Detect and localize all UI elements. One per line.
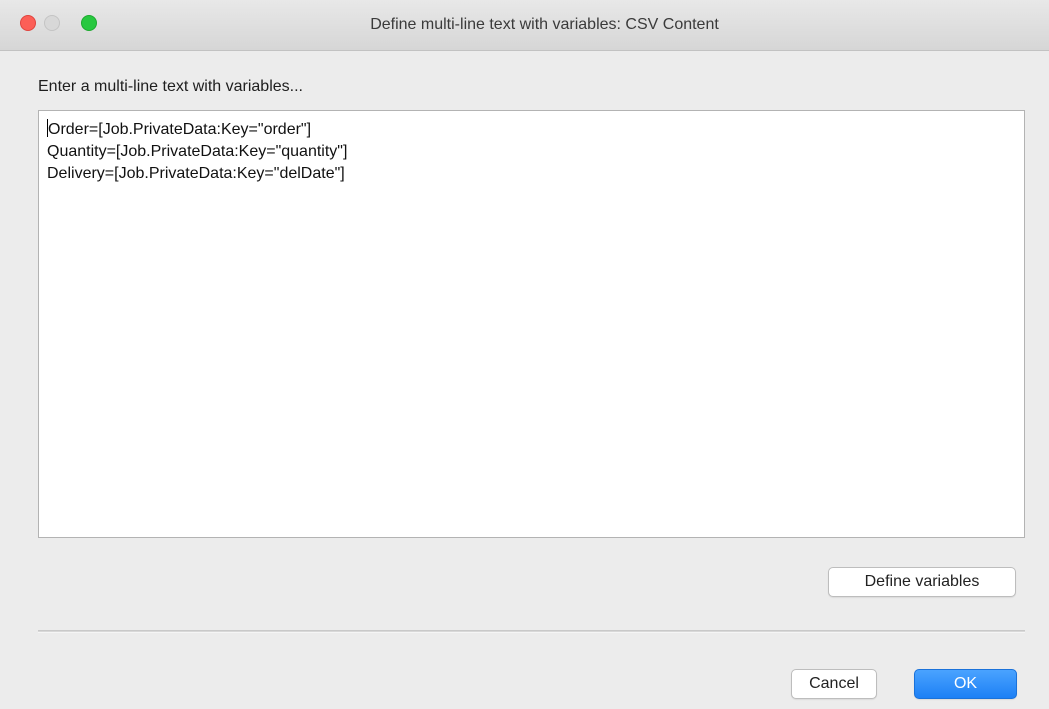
cancel-button[interactable]: Cancel (791, 669, 877, 699)
text-line: Delivery=[Job.PrivateData:Key="delDate"] (47, 165, 345, 182)
define-variables-button[interactable]: Define variables (828, 567, 1016, 597)
multiline-text-input[interactable]: Order=[Job.PrivateData:Key="order"] Quan… (38, 110, 1025, 538)
window-title: Define multi-line text with variables: C… (370, 16, 719, 33)
text-line: Quantity=[Job.PrivateData:Key="quantity"… (47, 143, 348, 160)
dialog-window: Define multi-line text with variables: C… (0, 0, 1049, 709)
title-bar[interactable]: Define multi-line text with variables: C… (0, 0, 1049, 51)
separator (38, 630, 1025, 633)
text-line: Order=[Job.PrivateData:Key="order"] (47, 119, 312, 138)
prompt-label: Enter a multi-line text with variables..… (38, 78, 303, 95)
ok-button[interactable]: OK (914, 669, 1017, 699)
